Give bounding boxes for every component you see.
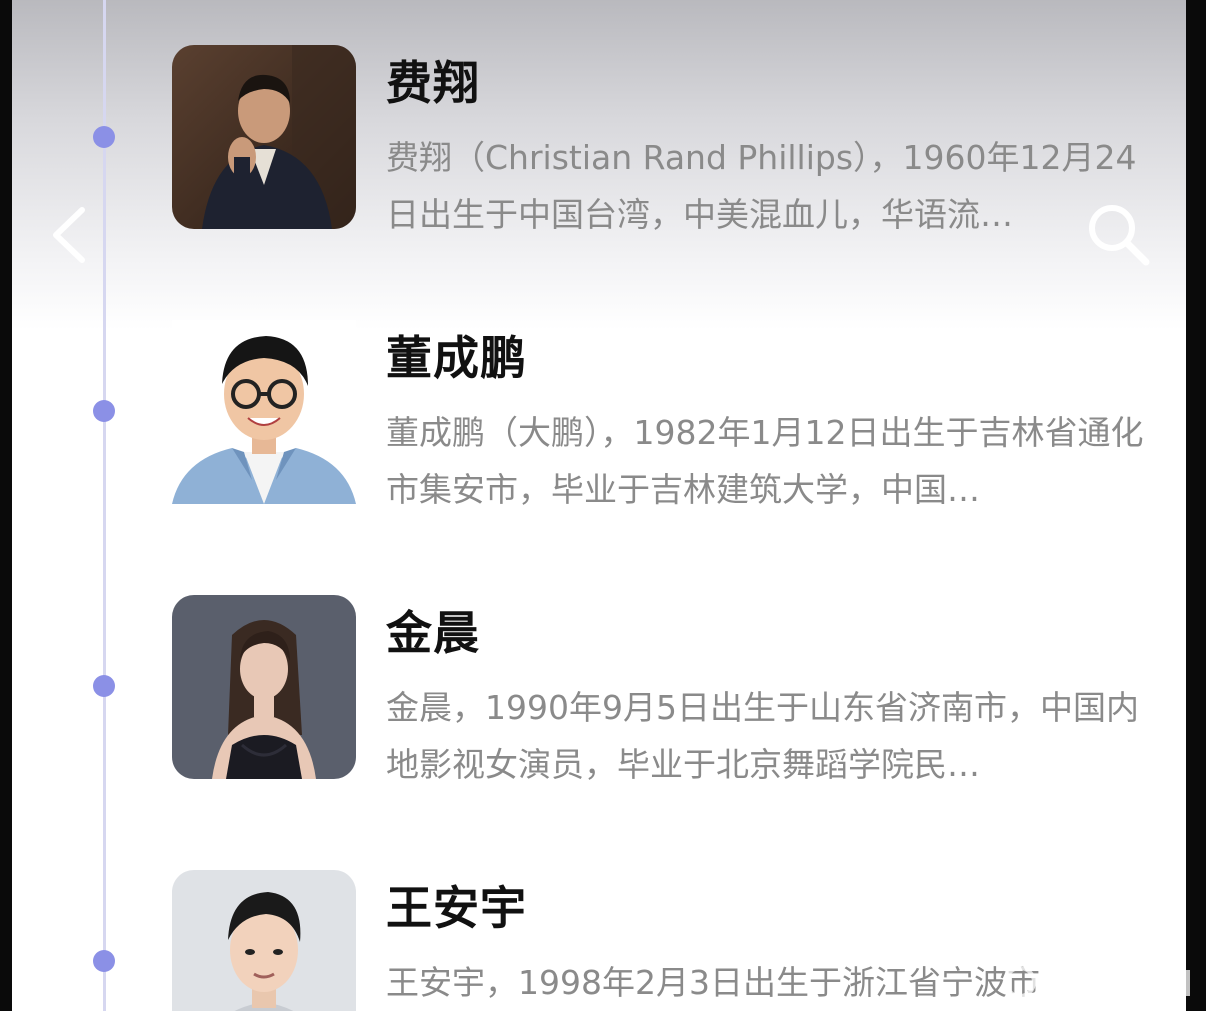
timeline-dot xyxy=(93,400,115,422)
search-button[interactable] xyxy=(1082,198,1156,272)
chevron-left-icon xyxy=(53,207,85,263)
person-name: 金晨 xyxy=(386,606,480,660)
timeline-line xyxy=(103,0,106,1011)
search-icon xyxy=(1089,205,1150,266)
person-description: 董成鹏（大鹏），1982年1月12日出生于吉林省通化市集安市，毕业于吉林建筑大学… xyxy=(386,413,1144,509)
watermark-logo xyxy=(1002,962,1198,1002)
avatar[interactable] xyxy=(172,595,356,779)
back-button[interactable] xyxy=(42,200,102,270)
people-timeline-screen[interactable]: 费翔 费翔（Christian Rand Phillips），1960年12月2… xyxy=(12,0,1190,1011)
avatar[interactable] xyxy=(172,870,356,1011)
device-bezel-left xyxy=(0,0,12,1011)
person-name: 费翔 xyxy=(386,56,480,110)
avatar[interactable] xyxy=(172,45,356,229)
timeline-dot xyxy=(93,675,115,697)
person-name: 王安宇 xyxy=(386,881,527,935)
person-name: 董成鹏 xyxy=(386,331,527,385)
screenshot-frame: 费翔 费翔（Christian Rand Phillips），1960年12月2… xyxy=(0,0,1206,1011)
person-description: 金晨，1990年9月5日出生于山东省济南市，中国内地影视女演员，毕业于北京舞蹈学… xyxy=(386,688,1139,784)
timeline-dot xyxy=(93,126,115,148)
person-description: 费翔（Christian Rand Phillips），1960年12月24日出… xyxy=(386,138,1137,234)
avatar[interactable] xyxy=(172,320,356,504)
device-bezel-right xyxy=(1186,0,1206,1011)
timeline-dot xyxy=(93,950,115,972)
